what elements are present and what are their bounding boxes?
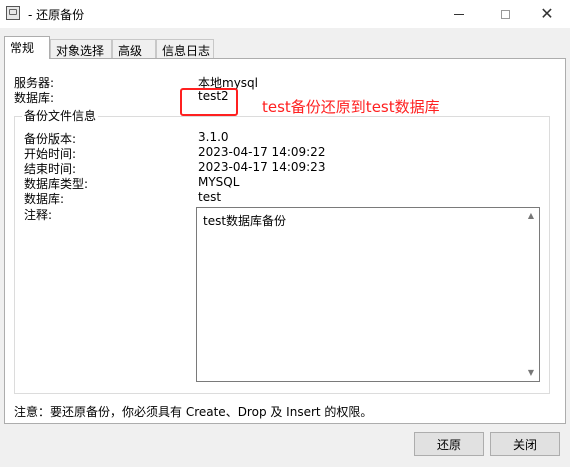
end-time-value: 2023-04-17 14:09:23: [198, 160, 326, 174]
close-icon: ✕: [540, 4, 554, 23]
close-window-button[interactable]: ✕: [524, 0, 570, 28]
comment-scrollbar[interactable]: ▲ ▼: [523, 208, 539, 381]
version-value: 3.1.0: [198, 130, 229, 144]
maximize-button[interactable]: [482, 0, 528, 28]
restore-button[interactable]: 还原: [414, 432, 484, 456]
minimize-icon: [454, 13, 464, 15]
database-label: 数据库:: [14, 91, 55, 105]
annotation-highlight-box: [180, 88, 238, 116]
backup-db-label: 数据库:: [24, 192, 65, 206]
comment-text: test数据库备份: [203, 214, 287, 228]
title-bar: - 还原备份 ✕: [0, 0, 570, 28]
minimize-button[interactable]: [436, 0, 482, 28]
tab-general[interactable]: 常规: [4, 36, 50, 59]
tab-object-selection[interactable]: 对象选择: [50, 39, 112, 58]
window-title: - 还原备份: [28, 8, 85, 22]
comment-label: 注释:: [24, 208, 53, 222]
scroll-up-icon[interactable]: ▲: [526, 211, 536, 221]
tab-info-log[interactable]: 信息日志: [156, 39, 214, 58]
permission-note: 注意：要还原备份，你必须具有 Create、Drop 及 Insert 的权限。: [14, 405, 373, 419]
start-time-value: 2023-04-17 14:09:22: [198, 145, 326, 159]
backup-db-value: test: [198, 190, 222, 204]
maximize-icon: [500, 9, 510, 19]
scroll-down-icon[interactable]: ▼: [526, 368, 536, 378]
tab-advanced[interactable]: 高级: [112, 39, 156, 58]
annotation-text: test备份还原到test数据库: [262, 98, 440, 116]
close-button[interactable]: 关闭: [490, 432, 560, 456]
db-type-value: MYSQL: [198, 175, 240, 189]
backup-info-title: 备份文件信息: [22, 107, 99, 124]
app-icon: [6, 6, 20, 20]
comment-textarea[interactable]: test数据库备份 ▲ ▼: [196, 207, 540, 382]
